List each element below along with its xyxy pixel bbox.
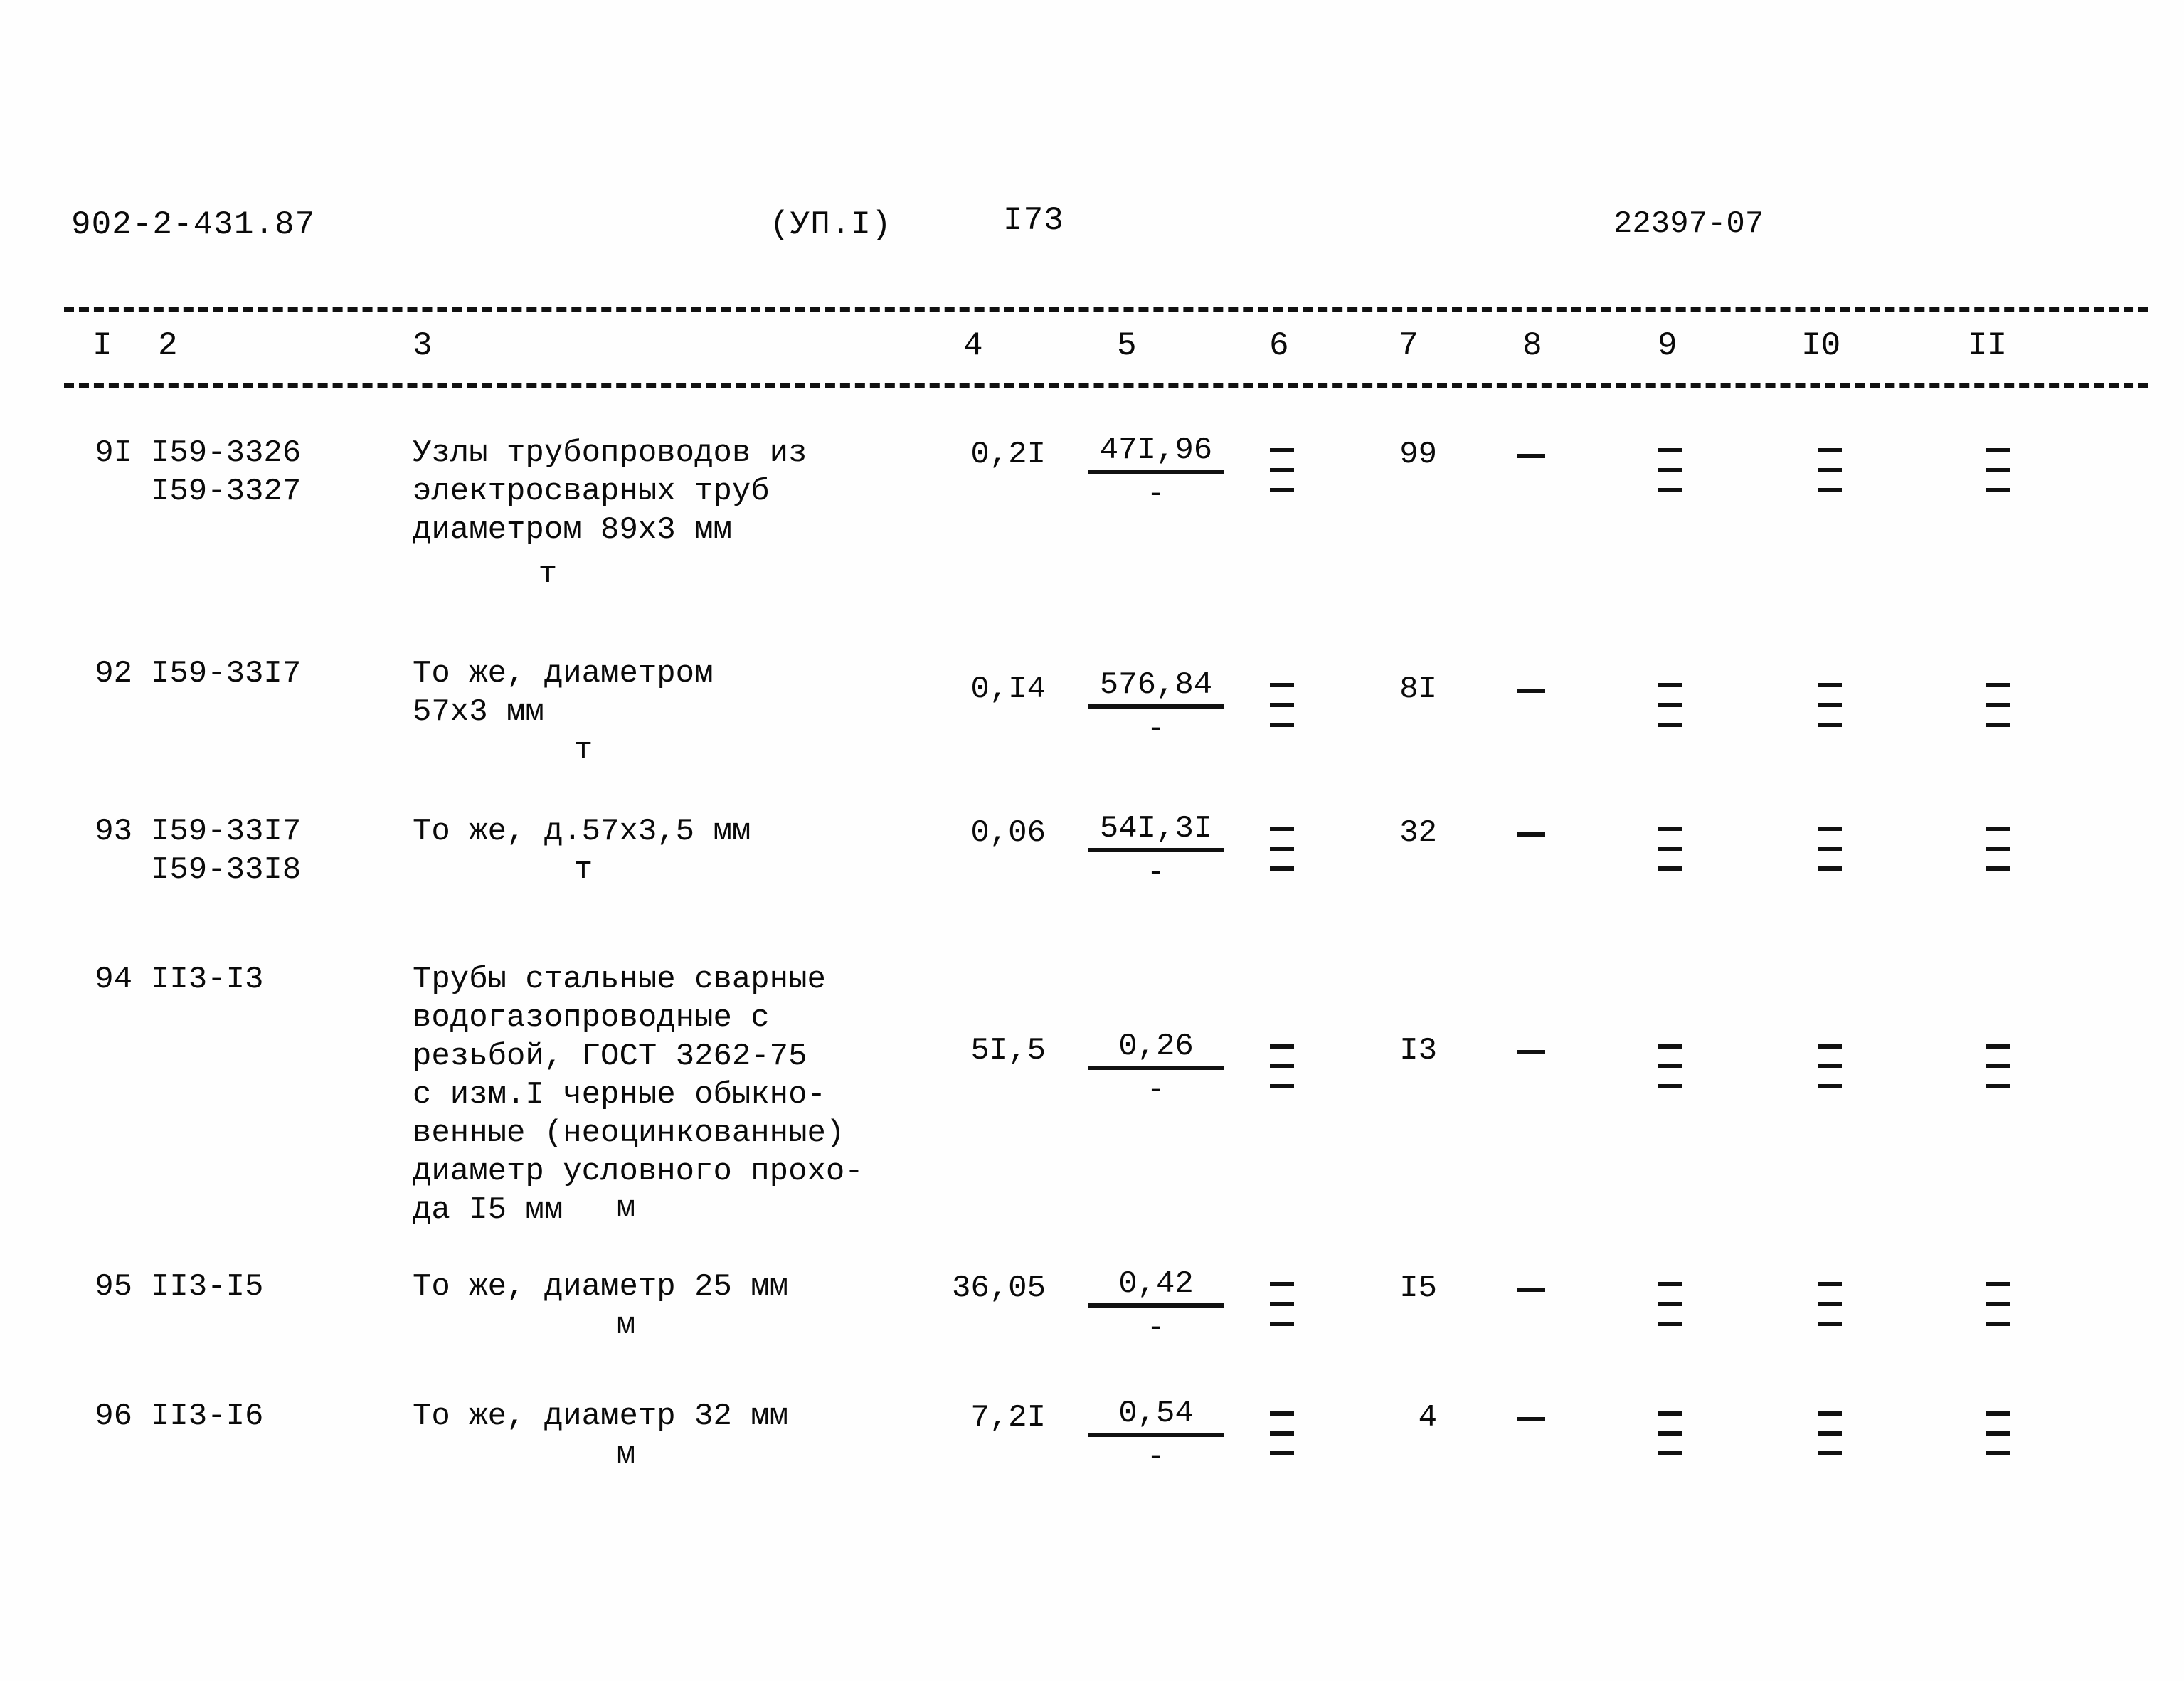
row-col4: 0,2I <box>970 437 1046 472</box>
row-col6 <box>1261 448 1303 492</box>
row-unit: т <box>538 556 558 592</box>
row-unit: т <box>573 733 593 768</box>
row-col11 <box>1976 683 2019 727</box>
row-unit: м <box>616 1308 636 1343</box>
row-col9 <box>1649 827 1692 871</box>
row-col10 <box>1808 448 1851 492</box>
row-col8 <box>1517 689 1545 693</box>
row-col11 <box>1976 1411 2019 1455</box>
row-col9 <box>1649 1044 1692 1088</box>
row-col5-numerator: 47I,96 <box>1088 433 1224 474</box>
row-description: То же, диаметром 57х3 мм <box>413 656 714 730</box>
row-number: 94 <box>95 962 132 997</box>
row-col5-numerator: 0,54 <box>1088 1396 1224 1437</box>
row-col4: 5I,5 <box>970 1033 1046 1068</box>
row-col6 <box>1261 1411 1303 1455</box>
row-description: Узлы трубопроводов из электросварных тру… <box>413 435 807 548</box>
row-col8 <box>1517 1050 1545 1054</box>
row-col6 <box>1261 827 1303 871</box>
row-col5: 0,42 - <box>1088 1266 1224 1346</box>
row-col10 <box>1808 1044 1851 1088</box>
row-code: I59-33I7 I59-33I8 <box>151 814 302 888</box>
row-number: 96 <box>95 1399 132 1434</box>
row-col10 <box>1808 827 1851 871</box>
row-number: 93 <box>95 814 132 849</box>
row-col5-denominator: - <box>1146 477 1166 512</box>
row-code: I59-3326 I59-3327 <box>151 435 302 509</box>
row-col7: 4 <box>1418 1400 1437 1436</box>
row-col10 <box>1808 1282 1851 1326</box>
row-description: То же, д.57х3,5 мм <box>413 814 751 849</box>
row-col4: 36,05 <box>951 1271 1046 1306</box>
row-unit: м <box>616 1437 636 1473</box>
row-col8 <box>1517 832 1545 837</box>
row-code: I59-33I7 <box>151 656 302 691</box>
row-col9 <box>1649 448 1692 492</box>
row-col4: 7,2I <box>970 1400 1046 1436</box>
row-col8 <box>1517 1288 1545 1292</box>
row-unit: т <box>573 852 593 888</box>
row-col5: 0,54 - <box>1088 1396 1224 1475</box>
row-col9 <box>1649 1411 1692 1455</box>
row-col7: 8I <box>1399 672 1437 707</box>
row-col6 <box>1261 683 1303 727</box>
row-col9 <box>1649 1282 1692 1326</box>
row-col11 <box>1976 448 2019 492</box>
row-col7: 99 <box>1399 437 1437 472</box>
row-col5-numerator: 0,42 <box>1088 1266 1224 1308</box>
row-col10 <box>1808 683 1851 727</box>
row-col11 <box>1976 1044 2019 1088</box>
row-col5-denominator: - <box>1146 711 1166 747</box>
row-col5-denominator: - <box>1146 1073 1166 1108</box>
row-col8 <box>1517 454 1545 458</box>
row-col11 <box>1976 827 2019 871</box>
row-unit: м <box>616 1191 636 1226</box>
row-col9 <box>1649 683 1692 727</box>
row-number: 9I <box>95 435 132 471</box>
row-col5-denominator: - <box>1146 855 1166 891</box>
row-col5: 576,84 - <box>1088 667 1224 747</box>
row-col5-numerator: 0,26 <box>1088 1029 1224 1070</box>
row-code: II3-I5 <box>151 1269 264 1305</box>
row-code: II3-I6 <box>151 1399 264 1434</box>
row-col4: 0,I4 <box>970 672 1046 707</box>
row-col8 <box>1517 1417 1545 1421</box>
row-col5: 47I,96 - <box>1088 433 1224 512</box>
row-number: 95 <box>95 1269 132 1305</box>
row-col5-numerator: 54I,3I <box>1088 811 1224 852</box>
row-col5-numerator: 576,84 <box>1088 667 1224 709</box>
row-col7: I3 <box>1399 1033 1437 1068</box>
row-col5-denominator: - <box>1146 1440 1166 1475</box>
document-page: 902-2-431.87 (УП.I) I73 22397-07 I 2 3 4… <box>0 0 2184 1681</box>
row-col10 <box>1808 1411 1851 1455</box>
row-col5: 54I,3I - <box>1088 811 1224 891</box>
row-col6 <box>1261 1044 1303 1088</box>
row-col5-denominator: - <box>1146 1310 1166 1346</box>
row-col6 <box>1261 1282 1303 1326</box>
row-col5: 0,26 - <box>1088 1029 1224 1108</box>
row-number: 92 <box>95 656 132 691</box>
table-body: 9I I59-3326 I59-3327 Узлы трубопроводов … <box>0 0 2184 1681</box>
row-col11 <box>1976 1282 2019 1326</box>
row-col4: 0,06 <box>970 815 1046 851</box>
row-description: Трубы стальные сварные водогазопроводные… <box>413 962 864 1228</box>
row-col7: 32 <box>1399 815 1437 851</box>
row-code: II3-I3 <box>151 962 264 997</box>
row-col7: I5 <box>1399 1271 1437 1306</box>
